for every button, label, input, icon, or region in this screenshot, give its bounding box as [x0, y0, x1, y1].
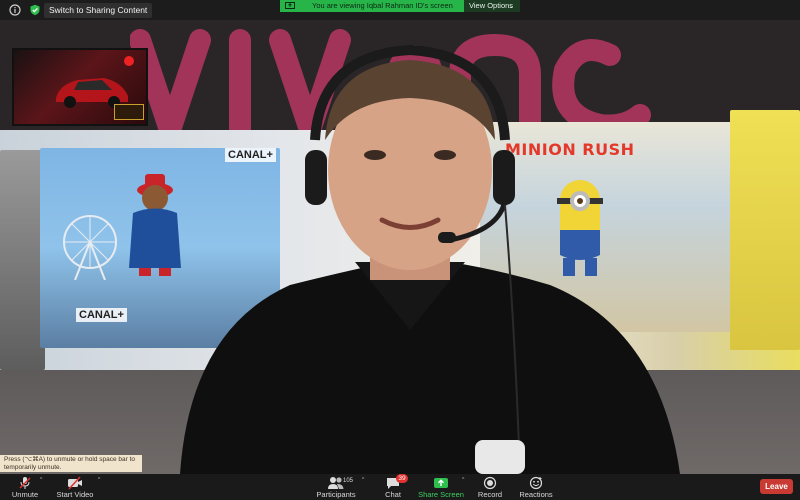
smiley-face-icon — [529, 476, 543, 490]
unmute-hint-tooltip: Press (⌥⌘A) to unmute or hold space bar … — [0, 455, 142, 472]
participants-options-caret[interactable]: ^ — [362, 477, 364, 483]
chat-unread-badge: 39 — [396, 474, 408, 483]
view-options-button[interactable]: View Options ⌄ — [464, 0, 520, 12]
poster-universal — [730, 110, 800, 350]
view-options-label: View Options — [469, 1, 514, 10]
shield-check-icon[interactable] — [29, 4, 41, 16]
chat-button[interactable]: 39 Chat — [378, 474, 408, 500]
unmute-label: Unmute — [11, 490, 39, 499]
participants-button[interactable]: 105 Participants — [308, 474, 364, 500]
shared-content-thumbnail[interactable] — [12, 48, 148, 126]
record-button[interactable]: Record — [474, 474, 506, 500]
video-options-caret[interactable]: ^ — [98, 477, 100, 483]
unmute-button[interactable]: Unmute — [6, 474, 44, 500]
presenter-video — [180, 44, 680, 474]
screen-share-icon — [285, 2, 295, 9]
chevron-down-icon: ⌄ — [508, 4, 514, 10]
reactions-label: Reactions — [519, 490, 553, 499]
screen-share-banner: You are viewing Iqbal Rahman ID's screen — [280, 0, 464, 12]
screen-share-banner-text: You are viewing Iqbal Rahman ID's screen — [312, 1, 453, 10]
video-stage: CANAL+ CANAL+ MINION RUSH — [0, 0, 800, 474]
switch-to-sharing-content-button[interactable]: Switch to Sharing Content — [44, 3, 153, 18]
record-label: Record — [477, 490, 503, 499]
reactions-button[interactable]: Reactions — [516, 474, 556, 500]
thumbnail-badge — [124, 56, 134, 66]
video-camera-off-icon — [68, 476, 82, 490]
poster-left — [0, 150, 45, 370]
share-options-caret[interactable]: ^ — [462, 477, 464, 483]
record-icon — [483, 476, 497, 490]
share-screen-icon — [434, 478, 448, 488]
leave-meeting-button[interactable]: Leave — [760, 479, 793, 494]
chat-label: Chat — [385, 490, 401, 499]
participants-label: Participants — [316, 490, 356, 499]
car-illustration — [56, 78, 128, 108]
start-video-button[interactable]: Start Video — [52, 474, 98, 500]
start-video-label: Start Video — [56, 490, 94, 499]
info-icon[interactable] — [9, 4, 21, 16]
share-screen-label: Share Screen — [418, 490, 464, 499]
meeting-toolbar: Unmute ^ Start Video ^ 105 Participants … — [0, 474, 800, 500]
audio-options-caret[interactable]: ^ — [40, 477, 42, 483]
participants-count: 105 — [343, 478, 354, 484]
thumbnail-logo — [114, 104, 144, 120]
share-screen-button[interactable]: Share Screen — [416, 474, 466, 500]
microphone-muted-icon — [19, 477, 31, 489]
